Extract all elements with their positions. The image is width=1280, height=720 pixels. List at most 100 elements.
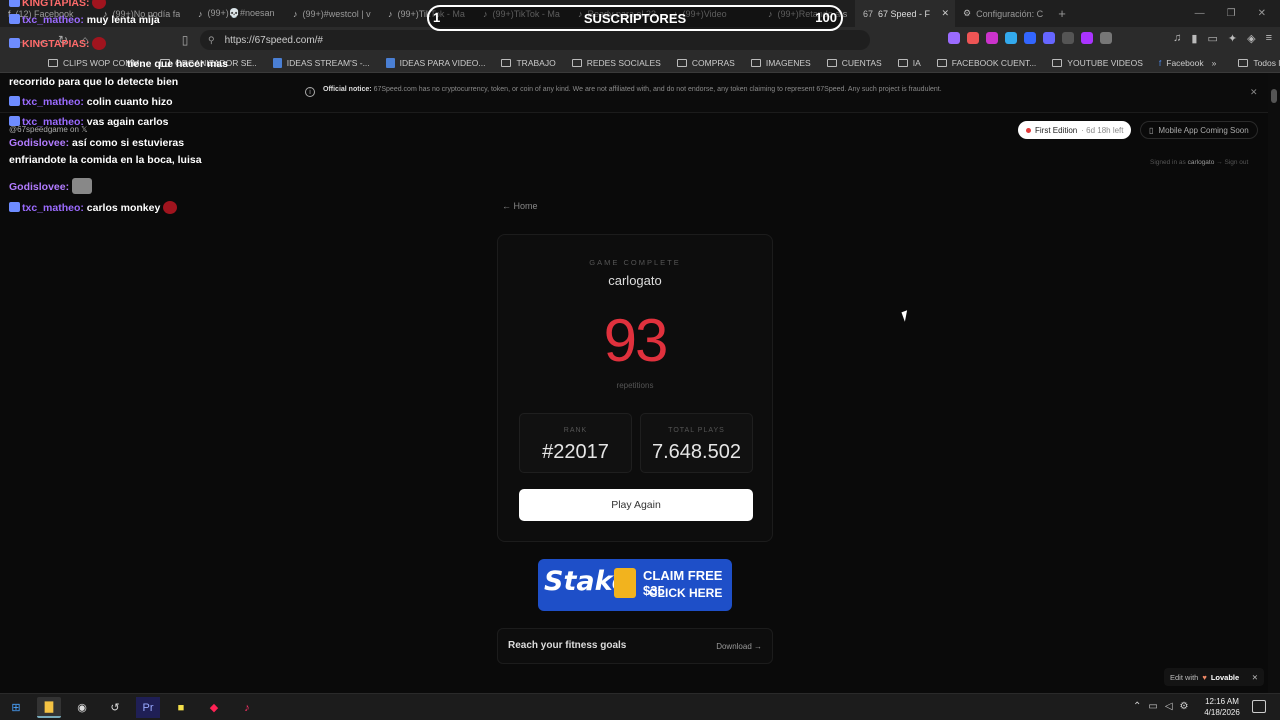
sidebar-icon[interactable]: ▮ xyxy=(1191,32,1197,45)
system-tray: ⌃ ▭ ◁ ⚙ xyxy=(1133,701,1189,712)
close-badge-icon[interactable]: ✕ xyxy=(1252,673,1258,682)
stake-ad-banner[interactable]: Stake CLAIM FREE $35 CLICK HERE xyxy=(538,559,732,611)
score-value: 93 xyxy=(603,307,669,374)
extension-icon[interactable] xyxy=(967,32,979,44)
download-link[interactable]: Download → xyxy=(716,642,762,651)
volume-icon[interactable]: ◁ xyxy=(1165,701,1173,712)
extension-icon[interactable] xyxy=(1024,32,1036,44)
start-icon[interactable]: ⊞ xyxy=(4,697,28,718)
clock[interactable]: 12:16 AM 4/18/2026 xyxy=(1198,696,1246,718)
shield-icon[interactable]: ◈ xyxy=(1247,32,1255,45)
premiere-icon[interactable]: Pr xyxy=(136,697,160,718)
all-bookmarks[interactable]: Todos los marcadores xyxy=(1230,58,1280,68)
chat-message: Godislovee: así como si estuvieras xyxy=(9,137,184,149)
bookmark-item[interactable]: CUENTAS xyxy=(819,58,890,68)
brave-icon[interactable]: ◆ xyxy=(202,697,226,718)
scrollbar-thumb[interactable] xyxy=(1271,89,1277,103)
first-edition-badge[interactable]: First Edition · 6d 18h left xyxy=(1018,121,1132,139)
plays-value: 7.648.502 xyxy=(652,441,741,463)
folder-icon xyxy=(1052,58,1063,67)
address-bar[interactable]: ⚲ https://67speed.com/# xyxy=(200,30,870,50)
chat-message: tiene que hacer mas xyxy=(127,58,228,70)
folder-icon xyxy=(750,58,761,67)
sign-out-link[interactable]: → Sign out xyxy=(1216,159,1248,166)
badge-icon xyxy=(9,38,20,48)
extension-icon[interactable] xyxy=(948,32,960,44)
tab-label: (99+)#westcol | v xyxy=(302,8,371,19)
badge-icon xyxy=(9,96,20,106)
obs-icon[interactable]: ◉ xyxy=(70,697,94,718)
bookmark-label: FACEBOOK CUENT... xyxy=(951,57,1037,68)
folder-icon xyxy=(897,58,908,67)
player-name: carlogato xyxy=(608,273,662,288)
extension-icon[interactable] xyxy=(986,32,998,44)
bookmark-label: IDEAS STREAM'S -... xyxy=(286,57,370,68)
tiktok-icon[interactable]: ♪ xyxy=(235,697,259,718)
chat-text: vas again carlos xyxy=(86,116,169,128)
badge-icon xyxy=(9,14,20,24)
bookmark-item[interactable]: YOUTUBE VIDEOS xyxy=(1044,58,1151,68)
bookmark-item[interactable]: REDES SOCIALES xyxy=(564,58,669,68)
lovable-badge[interactable]: Edit with ♥ Lovable ✕ xyxy=(1164,668,1264,686)
app-icon[interactable]: ↺ xyxy=(103,697,127,718)
chevron-up-icon[interactable]: ⌃ xyxy=(1133,701,1141,712)
folder-icon xyxy=(571,58,582,67)
chat-text: así como si estuvieras xyxy=(72,137,185,149)
new-tab-button[interactable]: + xyxy=(1050,6,1074,21)
score-unit: repetitions xyxy=(616,381,654,390)
bookmark-item[interactable]: IMAGENES xyxy=(743,58,819,68)
badge-icon xyxy=(9,202,20,212)
settings-icon[interactable]: ⚙ xyxy=(1180,701,1189,712)
notification-icon[interactable] xyxy=(1252,700,1266,713)
home-link[interactable]: ← Home xyxy=(502,201,538,211)
chat-message: txc_matheo: carlos monkey xyxy=(9,201,178,214)
rank-label: RANK xyxy=(563,427,588,434)
mobile-app-badge[interactable]: ▯ Mobile App Coming Soon xyxy=(1140,121,1258,139)
media-icon[interactable]: ♫ xyxy=(1173,32,1181,45)
bookmark-item[interactable]: COMPRAS xyxy=(669,58,743,68)
more-bookmarks-icon[interactable]: » xyxy=(1212,58,1217,68)
close-notice-icon[interactable]: ✕ xyxy=(1250,87,1258,98)
maximize-icon[interactable]: ❐ xyxy=(1227,8,1236,19)
signed-prefix: Signed in as xyxy=(1150,159,1186,166)
extension-icon[interactable] xyxy=(1043,32,1055,44)
chat-text: colin cuanto hizo xyxy=(86,96,173,108)
phone-icon: ▯ xyxy=(1149,125,1154,135)
chat-message: KINGTAPIAS: xyxy=(9,37,107,50)
tab-settings[interactable]: ⚙ Configuración: C xyxy=(955,0,1050,27)
bookmark-item[interactable]: TRABAJO xyxy=(493,58,563,68)
file-explorer-icon[interactable]: ▇ xyxy=(37,697,61,718)
bookmark-label: IDEAS PARA VIDEO... xyxy=(399,57,486,68)
tab-tiktok-3[interactable]: ♪ (99+)#westcol | v xyxy=(285,0,380,27)
bookmark-label: COMPRAS xyxy=(691,57,735,68)
bookmark-item[interactable]: f Facebook xyxy=(1151,58,1212,68)
notes-icon[interactable]: ■ xyxy=(169,697,193,718)
screen: f(12) Facebook ♪(99+)No podía fa ♪(99+)💀… xyxy=(0,0,1280,720)
bookmark-item[interactable]: FACEBOOK CUENT... xyxy=(929,58,1045,68)
bookmark-item[interactable]: IA xyxy=(890,58,929,68)
result-card: GAME COMPLETE carlogato 93 repetitions R… xyxy=(497,234,773,542)
bookmark-item[interactable]: IDEAS PARA VIDEO... xyxy=(378,57,494,68)
lovable-brand: Lovable xyxy=(1210,672,1240,682)
chat-user: Godislovee: xyxy=(9,181,70,193)
puzzle-icon[interactable] xyxy=(1100,32,1112,44)
network-icon[interactable]: ▭ xyxy=(1148,701,1157,712)
heart-icon: ♥ xyxy=(1202,672,1207,682)
scrollbar[interactable] xyxy=(1268,73,1280,693)
tab-67speed[interactable]: 67 67 Speed - F ✕ xyxy=(855,0,955,27)
info-icon: i xyxy=(305,87,315,97)
close-tab-icon[interactable]: ✕ xyxy=(941,8,949,19)
bookmark-label: Todos los marcadores xyxy=(1253,57,1280,68)
menu-icon[interactable]: ≡ xyxy=(1266,32,1272,45)
lovable-prefix: Edit with xyxy=(1170,672,1199,682)
wallet-icon[interactable]: ▭ xyxy=(1207,32,1217,45)
bookmark-item[interactable]: IDEAS STREAM'S -... xyxy=(265,57,378,68)
image-emote-icon xyxy=(72,178,93,194)
minimize-icon[interactable]: — xyxy=(1195,8,1205,19)
ai-icon[interactable]: ✦ xyxy=(1228,32,1237,45)
extension-icon[interactable] xyxy=(1005,32,1017,44)
play-again-button[interactable]: Play Again xyxy=(519,489,753,521)
close-window-icon[interactable]: ✕ xyxy=(1258,8,1266,19)
extension-icon[interactable] xyxy=(1081,32,1093,44)
extension-icon[interactable] xyxy=(1062,32,1074,44)
